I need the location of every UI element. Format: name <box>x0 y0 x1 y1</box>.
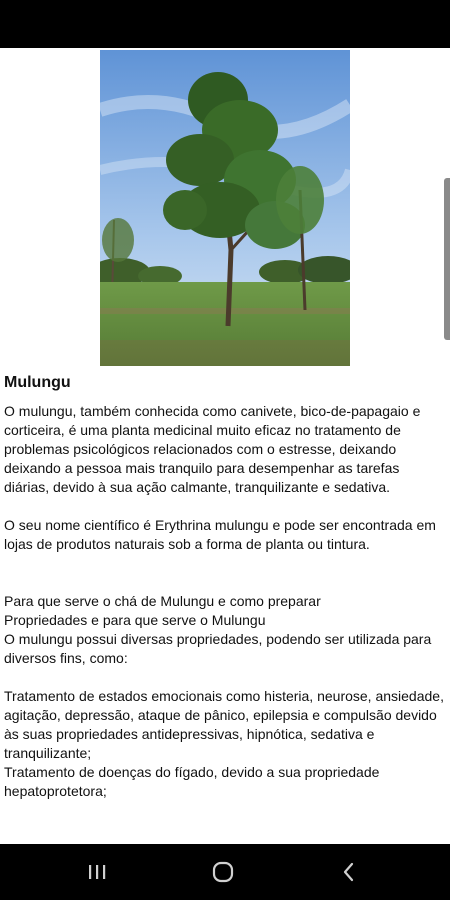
scrollbar[interactable] <box>444 178 450 340</box>
back-icon[interactable] <box>334 858 364 886</box>
intro-paragraph: O mulungu, também conhecida como canivet… <box>4 403 421 495</box>
home-icon[interactable] <box>208 858 238 886</box>
section-heading-properties: Propriedades e para que serve o Mulungu <box>4 612 266 628</box>
section-heading-tea: Para que serve o chá de Mulungu e como p… <box>4 593 321 609</box>
scientific-name-paragraph: O seu nome científico é Erythrina mulung… <box>4 517 436 552</box>
mulungu-tree-photo <box>90 50 358 366</box>
article-title: Mulungu <box>4 374 71 391</box>
article-body: O mulungu, também conhecida como canivet… <box>4 402 446 801</box>
liver-treatment-paragraph: Tratamento de doenças do fígado, devido … <box>4 764 380 799</box>
recent-apps-icon[interactable] <box>82 858 112 886</box>
status-bar <box>0 0 450 48</box>
properties-intro-paragraph: O mulungu possui diversas propriedades, … <box>4 631 432 666</box>
emotional-treatment-paragraph: Tratamento de estados emocionais como hi… <box>4 688 444 761</box>
navigation-bar <box>0 844 450 900</box>
article-content[interactable]: Mulungu O mulungu, também conhecida como… <box>0 48 450 844</box>
